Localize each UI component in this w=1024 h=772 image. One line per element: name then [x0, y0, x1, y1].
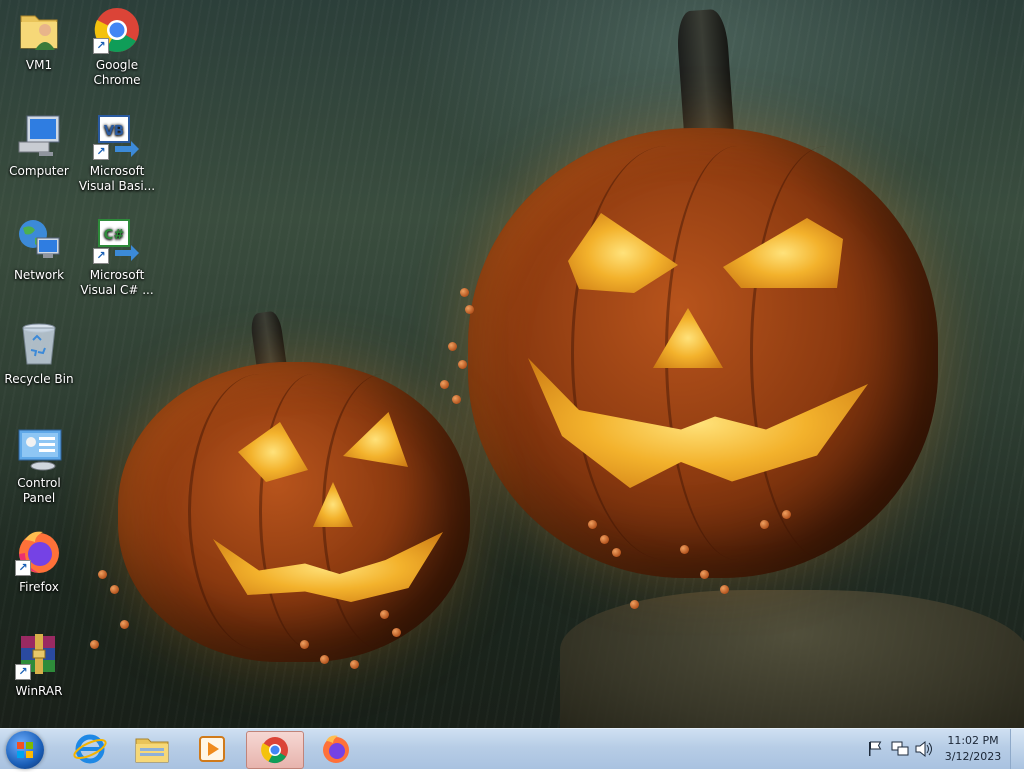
desktop-icon-label: Google Chrome: [93, 58, 141, 87]
desktop-icon-label: Control Panel: [17, 476, 61, 505]
control-panel-icon: [15, 424, 63, 472]
taskbar-google-chrome[interactable]: [246, 731, 304, 769]
winrar-icon: ↗: [15, 632, 63, 680]
desktop-icon-control-panel[interactable]: Control Panel: [0, 424, 78, 506]
desktop-icon-vm1[interactable]: VM1: [0, 6, 78, 73]
desktop-icon-recycle-bin[interactable]: Recycle Bin: [0, 320, 78, 387]
svg-text:VB: VB: [104, 124, 124, 139]
taskbar-internet-explorer[interactable]: [62, 731, 118, 767]
desktop-icon-computer[interactable]: Computer: [0, 112, 78, 179]
taskbar-firefox[interactable]: [308, 731, 364, 767]
desktop-icon-visual-csharp[interactable]: C# ↗ Microsoft Visual C# ...: [78, 216, 156, 298]
desktop-icon-label: Microsoft Visual C# ...: [80, 268, 154, 297]
desktop-icon-label: WinRAR: [15, 684, 63, 698]
shortcut-arrow-icon: ↗: [93, 248, 109, 264]
desktop-icon-network[interactable]: Network: [0, 216, 78, 283]
shortcut-arrow-icon: ↗: [15, 560, 31, 576]
recycle-bin-icon: [15, 320, 63, 368]
desktop-icon-google-chrome[interactable]: ↗ Google Chrome: [78, 6, 156, 88]
user-folder-icon: [15, 6, 63, 54]
media-player-icon: [199, 736, 225, 762]
visual-csharp-icon: C# ↗: [93, 216, 141, 264]
firefox-icon: [323, 735, 349, 763]
action-center-flag-icon[interactable]: [866, 740, 884, 758]
windows-logo-icon: [17, 742, 33, 758]
desktop-icon-winrar[interactable]: ↗ WinRAR: [0, 632, 78, 699]
desktop[interactable]: VM1 ↗ Google Chrome Computer VB ↗ Micros…: [0, 0, 1024, 728]
desktop-icon-firefox[interactable]: ↗ Firefox: [0, 528, 78, 595]
desktop-icon-label: Firefox: [19, 580, 59, 594]
volume-icon[interactable]: [914, 740, 934, 758]
taskbar-windows-explorer[interactable]: [124, 731, 180, 767]
small-pumpkin: [118, 362, 470, 662]
start-button[interactable]: [6, 731, 44, 769]
show-desktop-button[interactable]: [1010, 729, 1024, 769]
desktop-icon-label: Network: [13, 268, 65, 282]
computer-icon: [15, 112, 63, 160]
desktop-icon-label: Recycle Bin: [4, 372, 74, 386]
clock-time: 11:02 PM: [947, 734, 999, 747]
desktop-icon-label: Computer: [9, 164, 69, 178]
network-icon: [15, 216, 63, 264]
internet-explorer-icon: [73, 734, 107, 764]
desktop-icon-label: VM1: [25, 58, 53, 72]
visual-basic-icon: VB ↗: [93, 112, 141, 160]
shortcut-arrow-icon: ↗: [93, 38, 109, 54]
desktop-icon-label: Microsoft Visual Basi...: [78, 164, 156, 193]
taskbar-clock[interactable]: 11:02 PM 3/12/2023: [938, 733, 1008, 765]
taskbar-media-player[interactable]: [184, 731, 240, 767]
shortcut-arrow-icon: ↗: [93, 144, 109, 160]
desktop-icon-visual-basic[interactable]: VB ↗ Microsoft Visual Basi...: [78, 112, 156, 194]
svg-text:C#: C#: [104, 228, 125, 243]
big-pumpkin-stem: [675, 8, 735, 142]
big-pumpkin: [468, 128, 938, 578]
firefox-icon: ↗: [15, 528, 63, 576]
chrome-icon: ↗: [93, 6, 141, 54]
system-tray: [862, 729, 936, 769]
network-tray-icon[interactable]: [890, 740, 910, 758]
clock-date: 3/12/2023: [944, 750, 1002, 763]
shortcut-arrow-icon: ↗: [15, 664, 31, 680]
chrome-icon: [261, 737, 288, 764]
folder-icon: [135, 738, 169, 763]
wallpaper-rock: [560, 590, 1024, 728]
taskbar: 11:02 PM 3/12/2023: [0, 728, 1024, 769]
